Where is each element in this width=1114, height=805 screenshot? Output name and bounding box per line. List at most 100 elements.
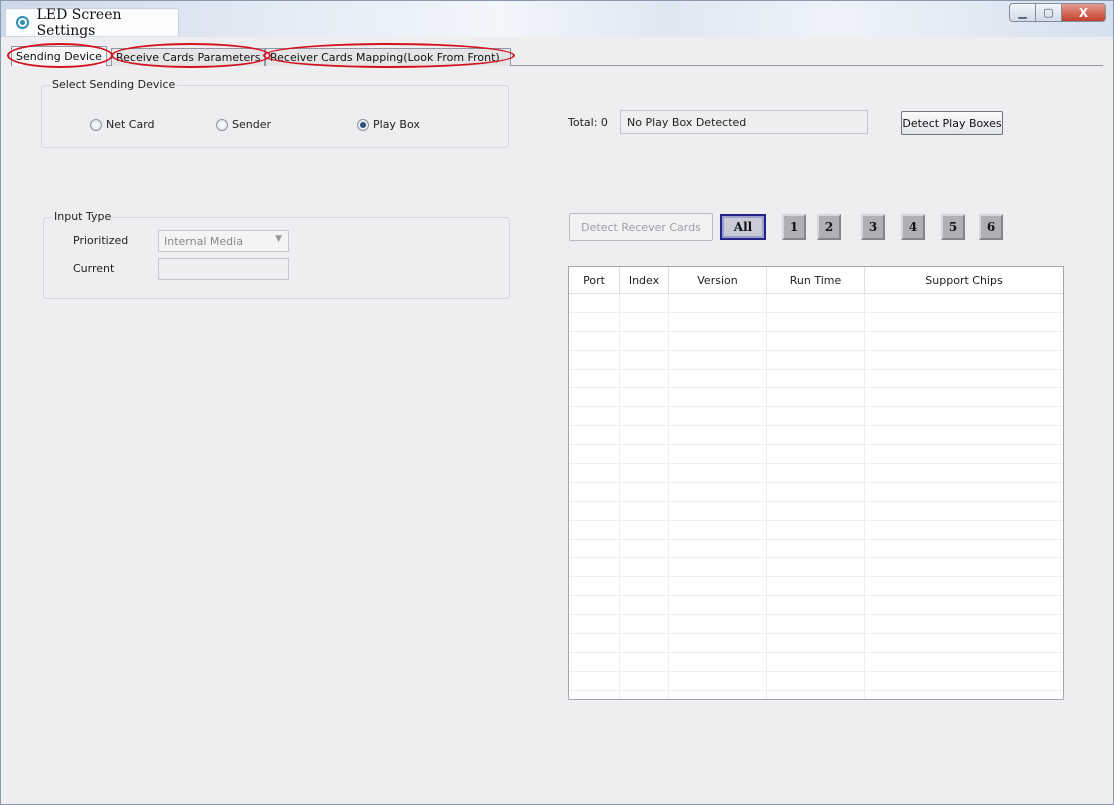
table-row[interactable]: [569, 520, 1063, 540]
table-row[interactable]: [569, 445, 1063, 465]
table-cell: [569, 634, 620, 652]
table-cell: [620, 464, 669, 482]
select-sending-device-legend: Select Sending Device: [50, 78, 178, 91]
table-cell: [569, 294, 620, 312]
table-cell: [865, 445, 1063, 463]
table-row[interactable]: [569, 558, 1063, 578]
table-cell: [569, 501, 620, 520]
table-row[interactable]: [569, 350, 1063, 370]
table-row[interactable]: [569, 369, 1063, 389]
table-cell: [569, 407, 620, 426]
column-header-version[interactable]: Version: [669, 267, 767, 294]
maximize-button[interactable]: ▢: [1036, 3, 1062, 22]
table-cell: [569, 671, 620, 690]
table-row[interactable]: [569, 577, 1063, 597]
radio-net-card[interactable]: Net Card: [90, 118, 155, 131]
total-count-label: Total: 0: [568, 116, 608, 129]
table-row[interactable]: [569, 312, 1063, 332]
window-title-tab: LED Screen Settings: [5, 7, 179, 39]
table-row[interactable]: [569, 539, 1063, 559]
table-cell: [620, 539, 669, 558]
detect-receiver-cards-button[interactable]: Detect Recever Cards: [569, 213, 713, 241]
column-header-support-chips[interactable]: Support Chips: [865, 267, 1063, 294]
table-row[interactable]: [569, 407, 1063, 427]
table-cell: [865, 502, 1063, 520]
table-cell: [569, 464, 620, 482]
column-header-index[interactable]: Index: [620, 267, 669, 294]
table-cell: [865, 313, 1063, 331]
tab-receive-cards-parameters[interactable]: Receive Cards Parameters: [111, 48, 265, 66]
table-row[interactable]: [569, 615, 1063, 635]
title-bar[interactable]: LED Screen Settings ▁ ▢ X: [1, 1, 1113, 39]
table-cell: [865, 653, 1063, 671]
table-cell: [669, 652, 767, 671]
table-cell: [569, 615, 620, 634]
radio-sender-label: Sender: [232, 118, 271, 131]
table-cell: [865, 332, 1063, 350]
table-cell: [669, 426, 767, 445]
table-cell: [767, 596, 865, 615]
table-cell: [569, 312, 620, 331]
table-cell: [569, 369, 620, 388]
radio-sender-indicator[interactable]: [216, 118, 228, 131]
table-cell: [865, 558, 1063, 576]
detect-play-boxes-button[interactable]: Detect Play Boxes: [901, 111, 1003, 135]
close-button[interactable]: X: [1062, 3, 1106, 22]
table-cell: [620, 331, 669, 350]
column-header-port[interactable]: Port: [569, 267, 620, 294]
table-row[interactable]: [569, 294, 1063, 313]
table-cell: [767, 426, 865, 445]
port-button-2[interactable]: 2: [817, 214, 841, 240]
port-button-4[interactable]: 4: [901, 214, 925, 240]
radio-play-box[interactable]: Play Box: [357, 118, 420, 131]
chevron-down-icon[interactable]: ▼: [275, 234, 282, 244]
port-button-1[interactable]: 1: [782, 214, 806, 240]
radio-sender[interactable]: Sender: [216, 118, 271, 131]
table-row[interactable]: [569, 690, 1063, 699]
table-row[interactable]: [569, 331, 1063, 351]
prioritized-select[interactable]: Internal Media ▼: [158, 230, 289, 252]
table-cell: [767, 501, 865, 520]
table-cell: [767, 615, 865, 634]
table-cell: [620, 407, 669, 426]
table-row[interactable]: [569, 464, 1063, 483]
port-button-5[interactable]: 5: [941, 214, 965, 240]
table-row[interactable]: [569, 388, 1063, 408]
table-cell: [569, 596, 620, 615]
table-cell: [620, 520, 669, 539]
table-cell: [767, 558, 865, 577]
table-row[interactable]: [569, 596, 1063, 616]
radio-play-box-indicator[interactable]: [357, 118, 369, 131]
table-row[interactable]: [569, 482, 1063, 502]
input-type-group: Input Type Prioritized Internal Media ▼ …: [43, 210, 510, 299]
port-button-6[interactable]: 6: [979, 214, 1003, 240]
table-row[interactable]: [569, 652, 1063, 672]
table-cell: [767, 407, 865, 426]
port-button-all[interactable]: All: [720, 214, 766, 240]
table-cell: [767, 520, 865, 539]
table-cell: [569, 426, 620, 445]
column-header-run-time[interactable]: Run Time: [767, 267, 865, 294]
receiver-cards-table[interactable]: Port Index Version Run Time Support Chip…: [568, 266, 1064, 700]
minimize-button[interactable]: ▁: [1009, 3, 1036, 22]
table-row[interactable]: [569, 671, 1063, 691]
table-row[interactable]: [569, 426, 1063, 446]
tab-receiver-cards-mapping[interactable]: Receiver Cards Mapping(Look From Front): [265, 48, 511, 66]
table-cell: [620, 634, 669, 652]
table-cell: [569, 690, 620, 699]
table-row[interactable]: [569, 634, 1063, 653]
tab-sending-device[interactable]: Sending Device: [11, 46, 107, 66]
table-cell: [865, 521, 1063, 539]
table-row[interactable]: [569, 501, 1063, 521]
port-button-3[interactable]: 3: [861, 214, 885, 240]
table-cell: [865, 388, 1063, 406]
radio-net-card-indicator[interactable]: [90, 118, 102, 131]
radio-net-card-label: Net Card: [106, 118, 155, 131]
table-cell: [865, 294, 1063, 312]
table-cell: [865, 540, 1063, 558]
table-cell: [569, 350, 620, 369]
table-cell: [669, 369, 767, 388]
table-cell: [865, 577, 1063, 595]
table-cell: [767, 634, 865, 652]
table-cell: [620, 615, 669, 634]
